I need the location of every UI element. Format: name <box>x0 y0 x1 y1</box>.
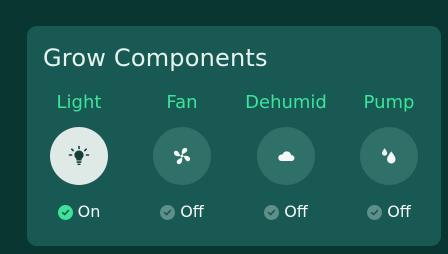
status-text-light: On <box>77 202 101 221</box>
dehumid-toggle-button[interactable] <box>257 127 315 185</box>
fan-toggle-button[interactable] <box>153 127 211 185</box>
status-text-pump: Off <box>387 202 411 221</box>
component-status-pump: Off <box>337 203 441 221</box>
status-text-dehumid: Off <box>284 202 308 221</box>
check-circle-icon <box>367 204 383 220</box>
component-label-pump: Pump <box>363 92 415 113</box>
lightbulb-icon <box>67 144 91 168</box>
grow-components-card: Grow Components Light On Fan Off Dehumid… <box>27 26 441 246</box>
card-title: Grow Components <box>43 44 268 72</box>
component-fan: Fan Off <box>130 92 234 232</box>
fan-icon <box>171 145 193 167</box>
app-frame: Grow Components Light On Fan Off Dehumid… <box>0 0 448 254</box>
component-label-dehumid: Dehumid <box>245 92 327 113</box>
water-drops-icon <box>378 145 400 167</box>
component-dehumid: Dehumid Off <box>234 92 338 232</box>
status-text-fan: Off <box>180 202 204 221</box>
component-pump: Pump Off <box>337 92 441 232</box>
component-label-fan: Fan <box>166 92 198 113</box>
check-circle-icon <box>264 204 280 220</box>
light-toggle-button[interactable] <box>50 127 108 185</box>
cloud-icon <box>275 145 297 167</box>
component-status-fan: Off <box>130 203 234 221</box>
component-light: Light On <box>27 92 131 232</box>
check-circle-icon <box>57 204 73 220</box>
check-circle-icon <box>160 204 176 220</box>
component-status-light: On <box>27 203 131 221</box>
pump-toggle-button[interactable] <box>360 127 418 185</box>
component-status-dehumid: Off <box>234 203 338 221</box>
component-label-light: Light <box>56 92 102 113</box>
